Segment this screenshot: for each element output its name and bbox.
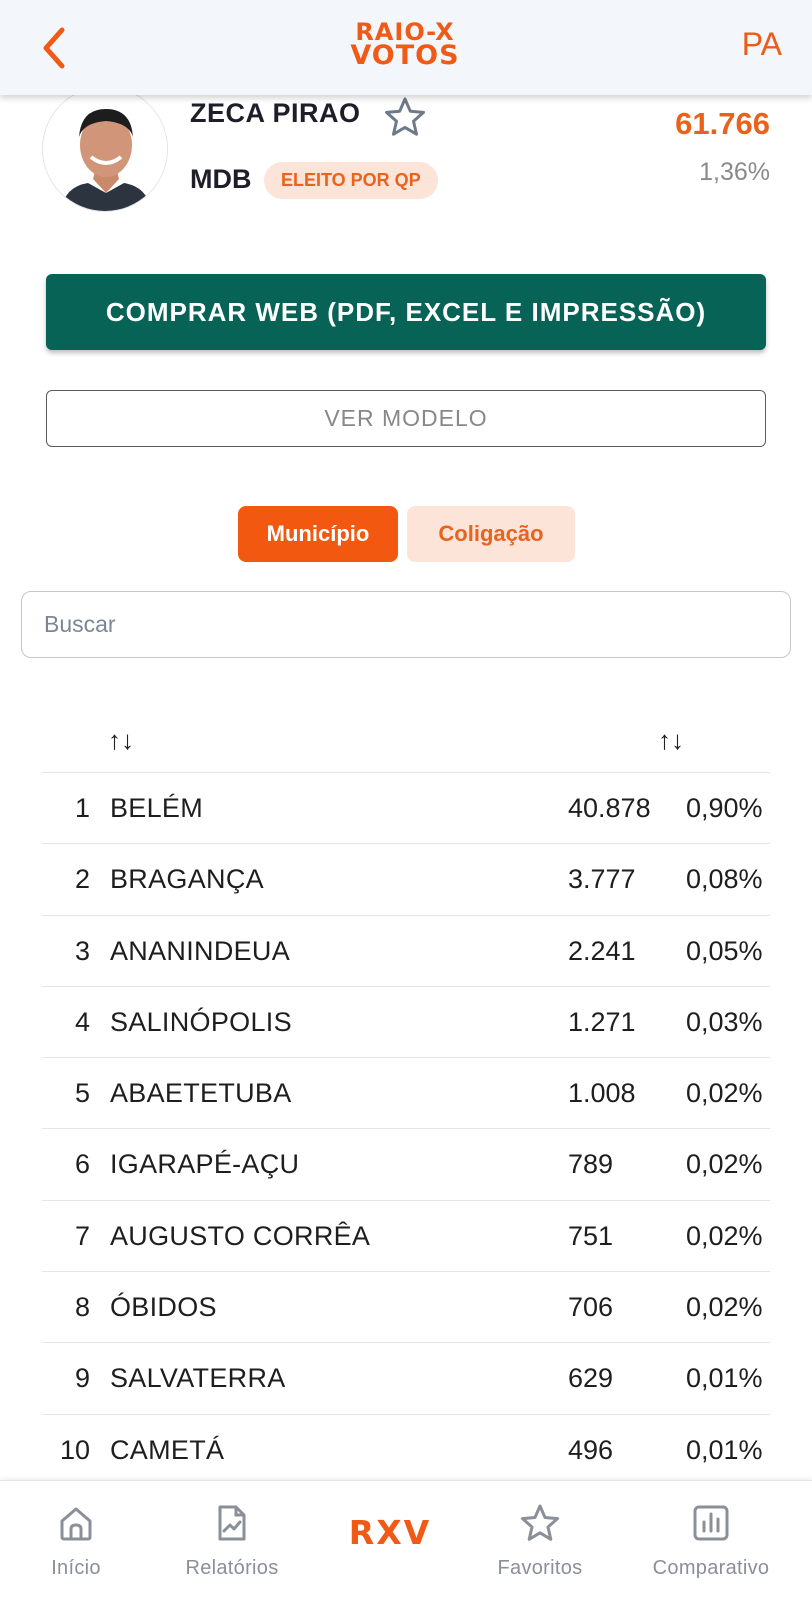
table-row[interactable]: 4 SALINÓPOLIS 1.271 0,03% <box>42 987 770 1059</box>
state-selector[interactable]: PA <box>742 26 782 63</box>
sort-by-name-icon[interactable]: ↑↓ <box>108 725 134 756</box>
row-percentage: 0,02% <box>686 1149 763 1180</box>
row-rank: 4 <box>74 1006 90 1037</box>
bar-chart-icon <box>693 1505 729 1541</box>
row-municipality: AUGUSTO CORRÊA <box>110 1220 371 1251</box>
row-municipality: BELÉM <box>110 793 204 823</box>
row-votes: 629 <box>568 1363 614 1394</box>
row-percentage: 0,05% <box>686 935 763 966</box>
table-row[interactable]: 7 AUGUSTO CORRÊA 751 0,02% <box>42 1201 770 1273</box>
back-button[interactable] <box>34 24 74 72</box>
row-rank: 5 <box>74 1078 90 1109</box>
row-rank: 9 <box>74 1363 90 1394</box>
star-icon <box>521 1504 559 1541</box>
row-municipality: CAMETÁ <box>110 1434 225 1465</box>
row-percentage: 0,03% <box>686 1006 763 1037</box>
favorite-button[interactable] <box>384 96 426 138</box>
tab-municipio[interactable]: Município <box>238 506 398 562</box>
row-rank: 1 <box>74 793 90 823</box>
results-table: 1 BELÉM 40.878 0,90% 2 BRAGANÇA 3.777 0,… <box>42 772 770 1486</box>
row-municipality: ANANINDEUA <box>110 935 291 966</box>
table-row[interactable]: 8 ÓBIDOS 706 0,02% <box>42 1272 770 1344</box>
nav-item-home[interactable]: Início <box>28 1481 124 1600</box>
sort-by-votes-icon[interactable]: ↑↓ <box>658 725 684 756</box>
row-votes: 789 <box>568 1149 614 1180</box>
row-rank: 10 <box>59 1434 90 1465</box>
nav-item-rxv[interactable]: RXV <box>340 1513 440 1552</box>
row-votes: 2.241 <box>568 935 636 966</box>
nav-label-favorites: Favoritos <box>497 1557 583 1579</box>
logo-line-2: VOTOS <box>350 40 460 71</box>
row-votes: 40.878 <box>568 793 651 823</box>
status-badge: ELEITO POR QP <box>264 162 438 199</box>
candidate-avatar <box>42 86 168 212</box>
row-rank: 8 <box>74 1292 90 1323</box>
star-outline-icon <box>385 97 425 136</box>
table-row[interactable]: 9 SALVATERRA 629 0,01% <box>42 1343 770 1415</box>
row-percentage: 0,02% <box>686 1078 763 1109</box>
nav-label-reports: Relatórios <box>185 1557 279 1579</box>
row-percentage: 0,02% <box>686 1220 763 1251</box>
row-percentage: 0,02% <box>686 1292 763 1323</box>
table-row[interactable]: 5 ABAETETUBA 1.008 0,02% <box>42 1058 770 1130</box>
row-rank: 6 <box>74 1149 90 1180</box>
row-rank: 7 <box>74 1220 90 1251</box>
row-municipality: BRAGANÇA <box>110 864 264 895</box>
row-municipality: ÓBIDOS <box>110 1292 217 1323</box>
reports-icon <box>218 1505 246 1541</box>
row-percentage: 0,01% <box>686 1363 763 1394</box>
row-votes: 1.271 <box>568 1006 636 1037</box>
candidate-party: MDB <box>190 164 252 194</box>
row-percentage: 0,90% <box>686 793 763 823</box>
nav-label-compare: Comparativo <box>652 1557 770 1579</box>
row-municipality: IGARAPÉ-AÇU <box>110 1149 300 1180</box>
table-row[interactable]: 2 BRAGANÇA 3.777 0,08% <box>42 844 770 916</box>
total-votes: 61.766 <box>675 106 770 141</box>
tab-coligacao[interactable]: Coligação <box>407 506 575 562</box>
table-row[interactable]: 1 BELÉM 40.878 0,90% <box>42 773 770 845</box>
row-municipality: SALVATERRA <box>110 1363 286 1394</box>
row-percentage: 0,08% <box>686 864 763 895</box>
table-row[interactable]: 10 CAMETÁ 496 0,01% <box>42 1415 770 1486</box>
nav-item-favorites[interactable]: Favoritos <box>482 1481 598 1600</box>
view-model-button[interactable]: VER MODELO <box>46 390 766 447</box>
nav-item-reports[interactable]: Relatórios <box>170 1481 294 1600</box>
row-votes: 751 <box>568 1220 614 1251</box>
total-percentage: 1,36% <box>699 158 770 186</box>
nav-label-home: Início <box>51 1557 101 1579</box>
top-app-bar: RAIO-X VOTOS PA <box>0 0 812 95</box>
row-rank: 3 <box>74 935 90 966</box>
row-municipality: SALINÓPOLIS <box>110 1006 292 1037</box>
row-votes: 706 <box>568 1292 614 1323</box>
row-rank: 2 <box>74 864 90 895</box>
row-municipality: ABAETETUBA <box>110 1078 292 1109</box>
row-votes: 3.777 <box>568 864 636 895</box>
app-logo[interactable]: RAIO-X VOTOS <box>340 20 470 80</box>
nav-item-compare[interactable]: Comparativo <box>636 1481 786 1600</box>
candidate-name: ZECA PIRAO <box>190 98 361 128</box>
table-row[interactable]: 6 IGARAPÉ-AÇU 789 0,02% <box>42 1129 770 1201</box>
row-votes: 496 <box>568 1434 614 1465</box>
buy-web-button[interactable]: COMPRAR WEB (PDF, EXCEL E IMPRESSÃO) <box>46 274 766 350</box>
row-percentage: 0,01% <box>686 1434 763 1465</box>
row-votes: 1.008 <box>568 1078 636 1109</box>
search-input[interactable]: Buscar <box>21 591 791 658</box>
table-row[interactable]: 3 ANANINDEUA 2.241 0,05% <box>42 916 770 987</box>
bottom-navigation: Início Relatórios RXV Favoritos Comparat… <box>0 1480 812 1600</box>
chevron-left-icon <box>43 27 65 69</box>
home-icon <box>60 1507 92 1541</box>
